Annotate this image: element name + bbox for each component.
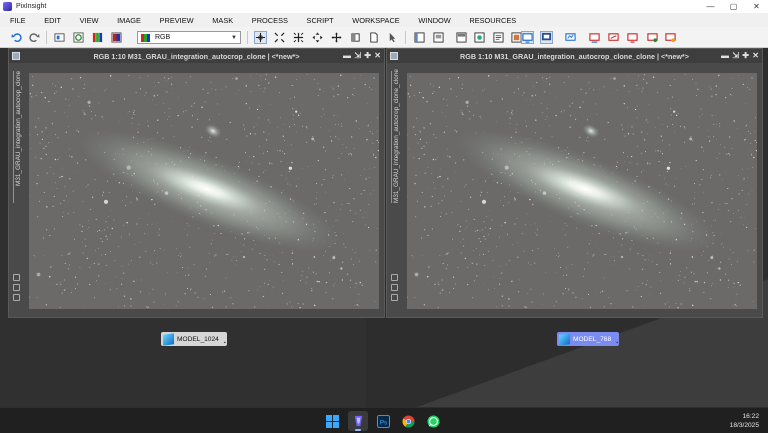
stf-icon[interactable]: [564, 31, 577, 44]
view-identifier-tab[interactable]: M31_GRAU_integration_autocrop_clone: [13, 71, 22, 203]
view-side-icons: [13, 274, 21, 304]
mask-settings-icon[interactable]: [664, 31, 677, 44]
mask-icon[interactable]: [588, 31, 601, 44]
undo-icon[interactable]: [10, 31, 23, 44]
color-mode-value: RGB: [155, 34, 171, 41]
app-title: PixInsight: [16, 3, 47, 10]
redo-icon[interactable]: [28, 31, 41, 44]
shade-icon[interactable]: ▬: [721, 51, 729, 60]
chevron-down-icon: ▼: [231, 35, 237, 41]
menu-script[interactable]: SCRIPT: [297, 16, 343, 25]
taskbar: Ps 16:22 18/3/2025: [0, 407, 768, 433]
image-window-2[interactable]: RGB 1:10 M31_GRAU_integration_autocrop_c…: [386, 48, 763, 318]
maximize-icon[interactable]: ✚: [742, 51, 749, 60]
title-bar: PixInsight — ▢ ✕: [0, 0, 768, 13]
image-window-title: RGB 1:10 M31_GRAU_integration_autocrop_c…: [460, 52, 689, 61]
monitor-icon[interactable]: [521, 31, 534, 44]
minimize-button[interactable]: —: [699, 0, 722, 13]
explorer-icon[interactable]: [413, 31, 426, 44]
image-window-titlebar[interactable]: RGB 1:10 M31_GRAU_integration_autocrop_c…: [9, 49, 384, 63]
m31-galaxy-image: [407, 73, 757, 309]
whatsapp-taskbar-icon[interactable]: [423, 411, 443, 431]
image-icon-label: MODEL_1024: [177, 335, 219, 343]
history-explorer-icon[interactable]: [53, 31, 66, 44]
mask-show-icon[interactable]: [607, 31, 620, 44]
menu-mask[interactable]: MASK: [203, 16, 243, 25]
maximize-icon[interactable]: ✚: [364, 51, 371, 60]
image-cube-icon: [163, 332, 174, 346]
channel-selector-icon[interactable]: [110, 31, 123, 44]
refresh-icon[interactable]: [72, 31, 85, 44]
menu-window[interactable]: WINDOW: [409, 16, 460, 25]
image-window-1[interactable]: RGB 1:10 M31_GRAU_integration_autocrop_c…: [8, 48, 385, 318]
view-side-icons: [391, 274, 399, 304]
close-icon[interactable]: ✕: [752, 51, 759, 60]
mini-indicator-icon: ▪: [616, 340, 619, 346]
iconize-icon[interactable]: ⇲: [354, 51, 361, 60]
iconize-icon[interactable]: ⇲: [732, 51, 739, 60]
screen-icon[interactable]: [540, 31, 553, 44]
image-icon-model-768[interactable]: MODEL_768 ▪: [557, 332, 620, 346]
process-console-icon[interactable]: [455, 31, 468, 44]
mask-disable-icon[interactable]: [646, 31, 659, 44]
pixinsight-taskbar-icon[interactable]: [348, 411, 368, 431]
image-window-title: RGB 1:10 M31_GRAU_integration_autocrop_c…: [93, 52, 300, 61]
zoom-in-icon[interactable]: [292, 31, 305, 44]
close-icon[interactable]: ✕: [374, 51, 381, 60]
menu-bar: FILE EDIT VIEW IMAGE PREVIEW MASK PROCES…: [0, 13, 768, 27]
view-explorer-icon[interactable]: [473, 31, 486, 44]
menu-preview[interactable]: PREVIEW: [150, 16, 203, 25]
mini-indicator-icon: ▪: [224, 340, 226, 346]
format-explorer-icon[interactable]: [492, 31, 505, 44]
mask-invert-icon[interactable]: [626, 31, 639, 44]
mask-tab-icon[interactable]: [13, 284, 20, 291]
window-controls: — ▢ ✕: [699, 0, 768, 13]
zoom-to-fit-icon[interactable]: [273, 31, 286, 44]
menu-view[interactable]: VIEW: [70, 16, 107, 25]
menu-image[interactable]: IMAGE: [108, 16, 150, 25]
galaxy-image[interactable]: [407, 73, 757, 309]
system-clock[interactable]: 16:22 18/3/2025: [730, 412, 759, 430]
photoshop-label: Ps: [379, 419, 387, 426]
chrome-taskbar-icon[interactable]: [398, 411, 418, 431]
image-cube-icon: [559, 332, 570, 346]
workspace: RGB 1:10 M31_GRAU_integration_autocrop_c…: [0, 48, 768, 407]
pointer-icon[interactable]: [386, 31, 399, 44]
move-icon[interactable]: [330, 31, 343, 44]
mask-tab-icon[interactable]: [391, 284, 398, 291]
maximize-button[interactable]: ▢: [722, 0, 745, 13]
view-identifier-tab[interactable]: M31_GRAU_integration_autocrop_clone_clon…: [391, 69, 400, 203]
photoshop-taskbar-icon[interactable]: Ps: [373, 411, 393, 431]
link-icon[interactable]: [391, 274, 398, 281]
color-mode-select[interactable]: RGB ▼: [137, 31, 241, 44]
toolbar: RGB ▼: [0, 27, 768, 48]
image-window-titlebar[interactable]: RGB 1:10 M31_GRAU_integration_autocrop_c…: [387, 49, 762, 63]
fit-view-icon[interactable]: [349, 31, 362, 44]
shade-icon[interactable]: ▬: [343, 51, 351, 60]
workspace-icon[interactable]: [432, 31, 445, 44]
menu-edit[interactable]: EDIT: [35, 16, 70, 25]
windows-start-icon[interactable]: [322, 411, 342, 431]
pixinsight-logo-icon: [3, 2, 12, 11]
galaxy-image[interactable]: [29, 73, 379, 309]
menu-resources[interactable]: RESOURCES: [460, 16, 525, 25]
m31-galaxy-image: [29, 73, 379, 309]
preview-tab-icon[interactable]: [391, 294, 398, 301]
close-button[interactable]: ✕: [745, 0, 768, 13]
menu-file[interactable]: FILE: [0, 16, 35, 25]
rgb-swatch-icon: [141, 33, 150, 42]
clock-time: 16:22: [742, 413, 759, 420]
menu-workspace[interactable]: WORKSPACE: [343, 16, 409, 25]
menu-process[interactable]: PROCESS: [242, 16, 297, 25]
preview-tab-icon[interactable]: [13, 294, 20, 301]
readout-mode-icon[interactable]: [254, 31, 267, 44]
page-icon[interactable]: [367, 31, 380, 44]
clock-date: 18/3/2025: [729, 422, 759, 429]
image-icon-label: MODEL_768: [573, 335, 612, 343]
rgb-channels-icon[interactable]: [91, 31, 104, 44]
pan-icon[interactable]: [311, 31, 324, 44]
image-icon-model-1024[interactable]: MODEL_1024 ▪: [161, 332, 227, 346]
link-icon[interactable]: [13, 274, 20, 281]
